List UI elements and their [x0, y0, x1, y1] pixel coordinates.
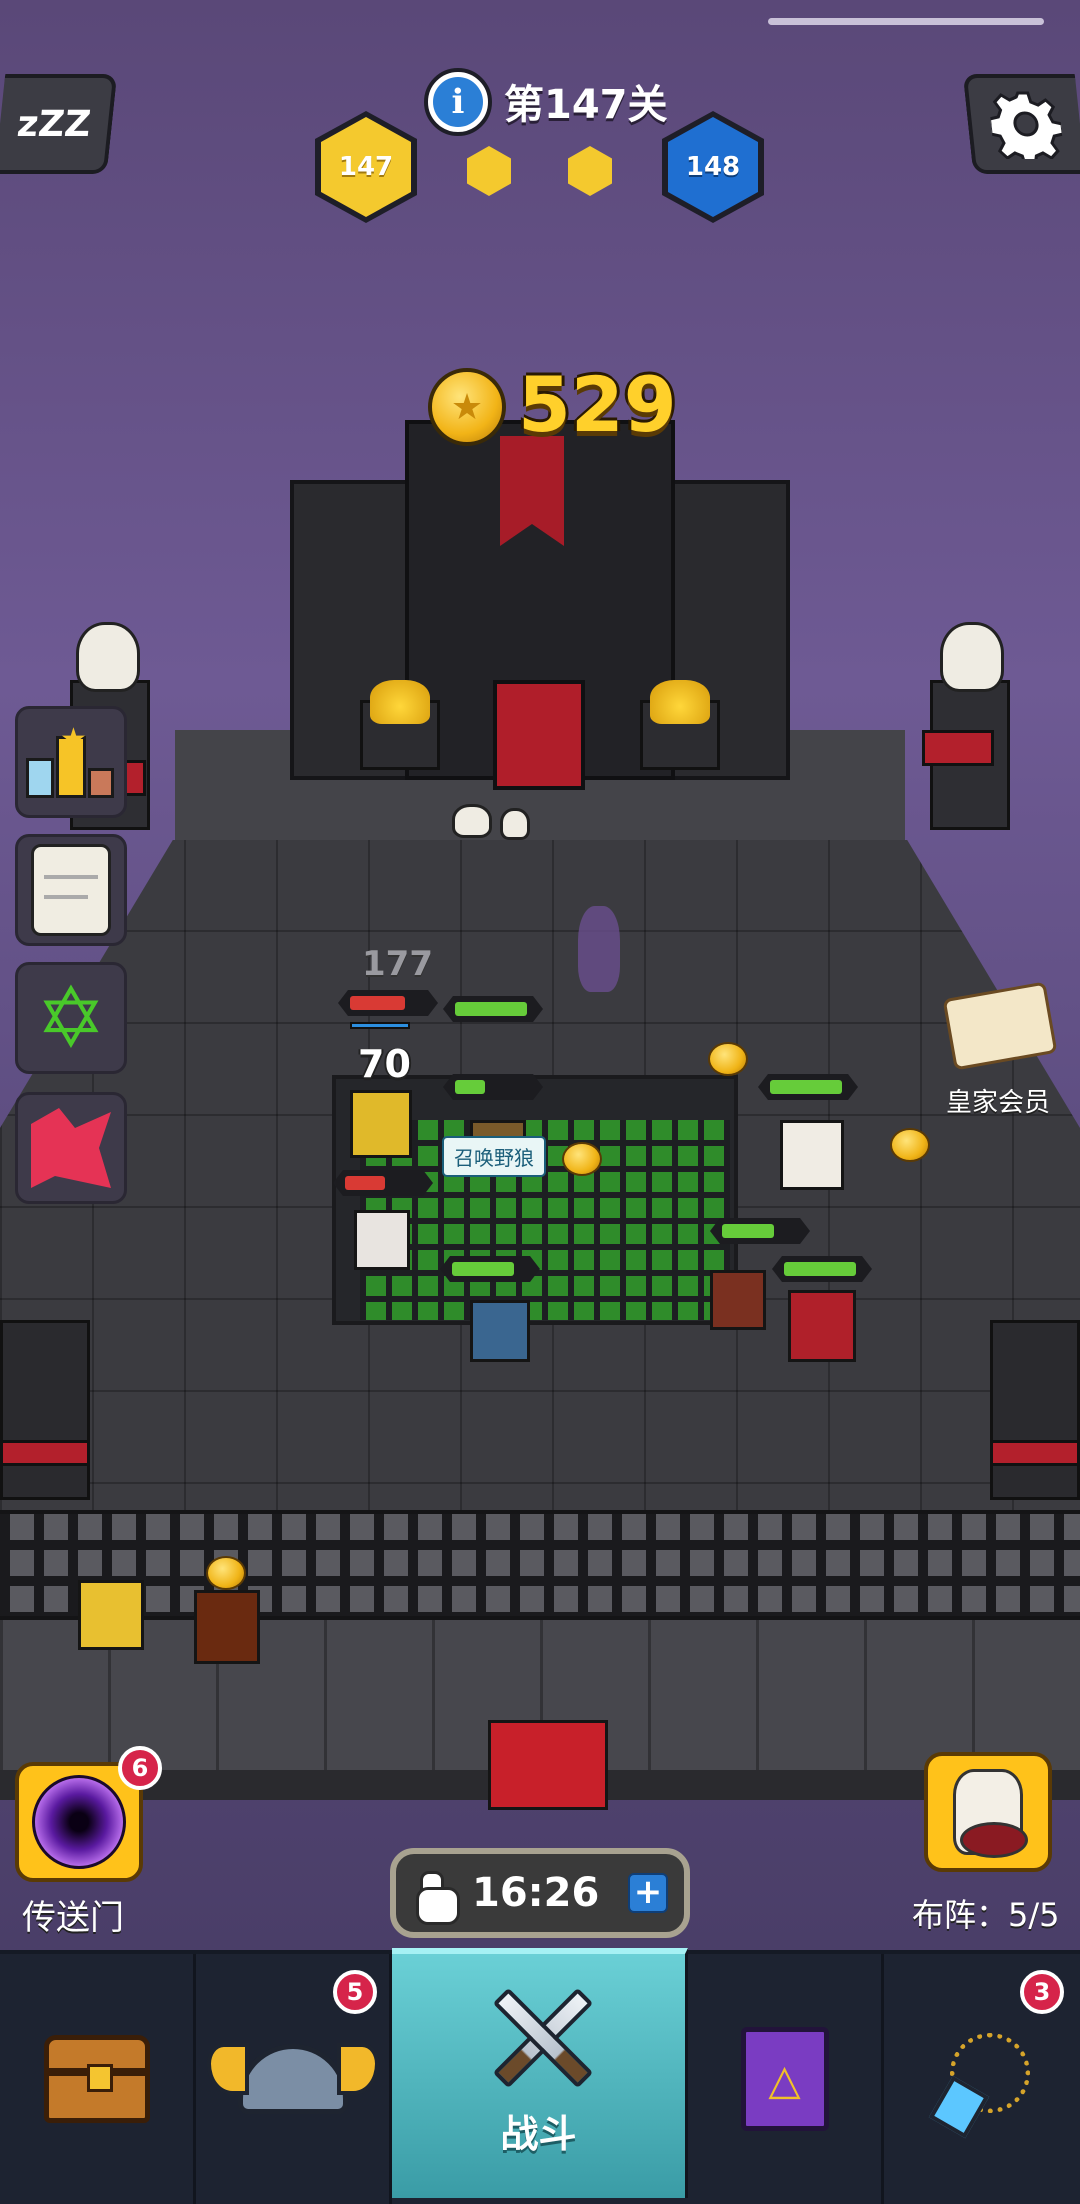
ally-blue-mage — [470, 1300, 530, 1362]
nav-tab-equipment[interactable]: 3 — [884, 1954, 1080, 2204]
crossed-swords-icon — [482, 1974, 602, 2094]
purple-skull-icon — [578, 906, 620, 992]
hexagram-icon: ✡ — [35, 969, 107, 1067]
dropped-coin[interactable] — [890, 1128, 930, 1162]
gear-icon — [987, 91, 1065, 159]
side-red-left — [0, 1440, 90, 1466]
coin-icon: ★ — [428, 368, 506, 446]
energy-timer[interactable]: 16:26 + — [390, 1848, 690, 1938]
ally-hp-bar — [758, 1074, 858, 1100]
gesture-bar — [768, 18, 1044, 25]
enemy-mana-bar — [350, 1022, 410, 1029]
amulet-icon — [932, 2029, 1032, 2129]
enemy-hp-bar — [338, 990, 438, 1016]
ally-red-tank — [788, 1290, 856, 1362]
bench-unit-yellow — [78, 1580, 144, 1650]
hero-portrait-icon — [953, 1769, 1028, 1858]
sleep-icon: zZZ — [15, 103, 93, 145]
skull-right — [940, 622, 1004, 692]
events-button[interactable] — [15, 1092, 127, 1204]
stage-progress-dot — [568, 146, 612, 196]
front-grate — [0, 1510, 1080, 1620]
tap-hand-icon — [412, 1865, 460, 1925]
bone-skull-small — [500, 808, 530, 840]
dropped-coin[interactable] — [562, 1142, 602, 1176]
portal-icon — [32, 1775, 126, 1869]
floating-number: 177 — [362, 944, 433, 984]
info-icon: i — [433, 77, 483, 127]
nav-tab-codex[interactable]: △ — [688, 1954, 884, 2204]
treasure-chest-icon — [43, 2035, 150, 2123]
winged-helmet-icon — [206, 2043, 379, 2114]
add-time-button[interactable]: + — [628, 1873, 668, 1913]
trophy-podium-icon: ★ — [26, 722, 116, 802]
timer-value: 16:26 — [472, 1870, 600, 1916]
skull-left — [76, 622, 140, 692]
ally-hp-bar — [772, 1256, 872, 1282]
ally-spear-warrior — [710, 1270, 766, 1330]
bone-skull — [452, 804, 492, 838]
bench-unit-brown — [194, 1590, 260, 1664]
enemy-hp-bar — [333, 1170, 433, 1196]
gold-pile-right — [650, 680, 710, 724]
nav-tab-heroes[interactable]: 5 — [196, 1954, 392, 2204]
ally-hp-bar — [443, 996, 543, 1022]
red-burst-icon — [31, 1108, 111, 1188]
bottom-nav: 5 战斗 △ 3 — [0, 1948, 1080, 2204]
formation-button[interactable] — [924, 1752, 1052, 1872]
sleep-button[interactable]: zZZ — [0, 74, 118, 174]
gold-pile-left — [370, 680, 430, 724]
leaderboard-button[interactable]: ★ — [15, 706, 127, 818]
dropped-coin[interactable] — [708, 1042, 748, 1076]
quests-button[interactable] — [15, 834, 127, 946]
floating-number: 70 — [358, 1042, 411, 1086]
ally-hp-bar — [440, 1256, 540, 1282]
dropped-coin[interactable] — [206, 1556, 246, 1590]
talents-button[interactable]: ✡ — [15, 962, 127, 1074]
nav-tab-battle-label: 战斗 — [500, 2112, 577, 2156]
equipment-badge: 3 — [1020, 1970, 1064, 2014]
ally-paladin — [780, 1120, 844, 1190]
summon-tag: 召唤野狼 — [442, 1136, 546, 1177]
settings-button[interactable] — [962, 74, 1080, 174]
pillar-red-right — [922, 730, 994, 766]
coin-count: 529 — [518, 360, 677, 449]
scroll-icon — [31, 844, 111, 936]
enemy-white-warrior — [354, 1210, 410, 1270]
level-title: 第147关 — [504, 82, 668, 128]
game-scene: 177 70 召唤野狼 zZZ i 第147关 147 148 ★ 529 ★ — [0, 0, 1080, 1950]
ally-hp-bar — [443, 1074, 543, 1100]
formation-label: 布阵：5/5 — [912, 1896, 1060, 1934]
spellbook-icon: △ — [740, 2027, 829, 2131]
enemy-golden-knight — [350, 1090, 412, 1158]
portal-count-badge: 6 — [118, 1746, 162, 1790]
stage-progress-dot — [467, 146, 511, 196]
side-red-right — [990, 1440, 1080, 1466]
royal-membership-label[interactable]: 皇家会员 — [946, 1082, 1050, 1119]
nav-tab-battle[interactable]: 战斗 — [392, 1948, 688, 2198]
nav-tab-chest[interactable] — [0, 1954, 196, 2204]
side-pillar-left — [0, 1320, 90, 1500]
hero-red-dragon — [488, 1720, 608, 1810]
ally-hp-bar — [710, 1218, 810, 1244]
side-pillar-right — [990, 1320, 1080, 1500]
info-button[interactable]: i — [424, 68, 492, 136]
heroes-badge: 5 — [333, 1970, 377, 2014]
tower-door — [493, 680, 585, 790]
portal-label: 传送门 — [22, 1898, 124, 1938]
